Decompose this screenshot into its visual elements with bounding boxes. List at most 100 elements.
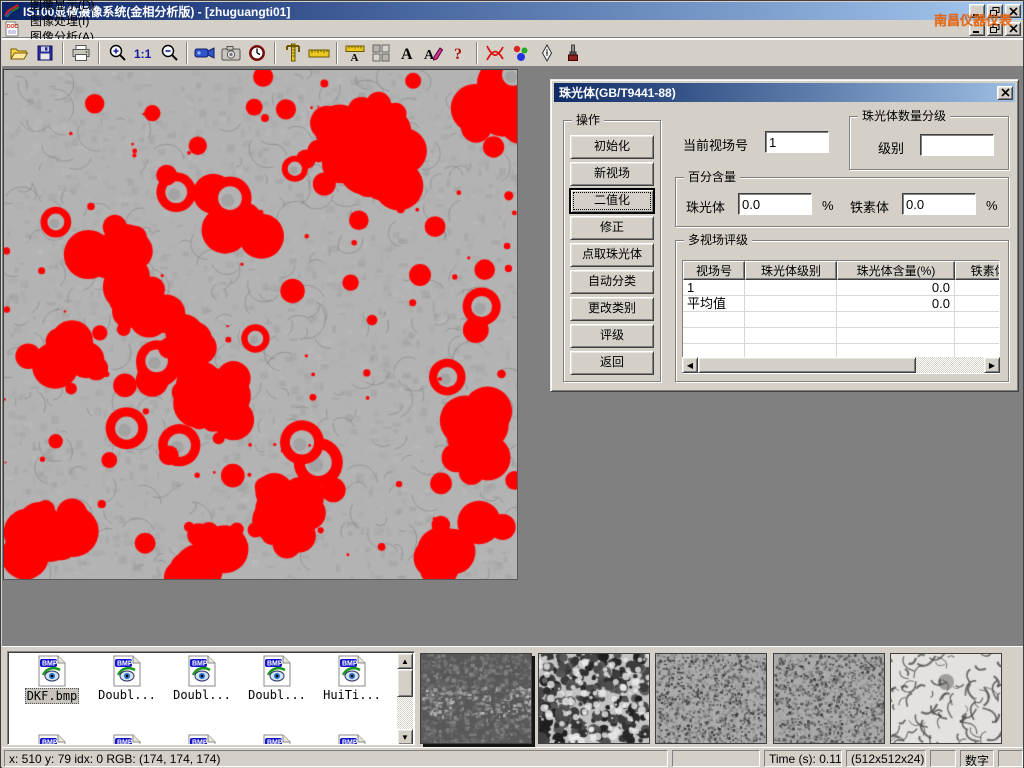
menu-item-image-display[interactable]: 图像显示(D): [23, 0, 103, 13]
file-item[interactable]: BMPDoubl...: [166, 655, 238, 702]
new-field-button[interactable]: 新视场: [570, 162, 654, 186]
print-icon[interactable]: [69, 41, 93, 65]
curve-cut-icon[interactable]: [483, 41, 507, 65]
svg-text:BMP: BMP: [192, 740, 208, 746]
scrollbar-track[interactable]: [698, 357, 984, 373]
toolbar-separator: [98, 42, 100, 64]
text-edit-icon[interactable]: A: [421, 41, 445, 65]
binarize-button[interactable]: 二值化: [570, 189, 654, 213]
file-name: Doubl...: [247, 688, 307, 702]
bmp-file-icon: BMP: [337, 655, 367, 687]
file-name: DKF.bmp: [25, 688, 80, 704]
close-button[interactable]: [1005, 4, 1021, 18]
initialize-button[interactable]: 初始化: [570, 135, 654, 159]
grade-input[interactable]: [920, 134, 994, 156]
thumbnail-2[interactable]: [538, 653, 650, 744]
title-bar[interactable]: IS100显微摄像系统(金相分析版) - [zhuguangti01]: [2, 2, 1023, 20]
table-row[interactable]: [683, 312, 999, 328]
current-field-input[interactable]: [765, 131, 829, 153]
file-listbox[interactable]: ▲ ▼ BMPDKF.bmpBMPDoubl...BMPDoubl...BMPD…: [7, 651, 415, 745]
text-icon[interactable]: A: [395, 41, 419, 65]
table-column-header[interactable]: 视场号: [683, 261, 745, 280]
menu-bar: DOC 文件(F)编辑(E)查看(V)图像显示(D)图像处理(I)图像分析(A)…: [2, 20, 1023, 38]
file-item[interactable]: BMP: [241, 734, 313, 745]
file-item[interactable]: BMP DKF.bmp: [16, 655, 88, 704]
app-logo-icon: [4, 4, 20, 18]
file-item[interactable]: BMPDoubl...: [241, 655, 313, 702]
svg-text:BMP: BMP: [42, 661, 58, 668]
menu-item-image-process[interactable]: 图像处理(I): [23, 13, 103, 29]
classify-balls-icon[interactable]: [509, 41, 533, 65]
grade-button[interactable]: 评级: [570, 324, 654, 348]
grid-icon[interactable]: [369, 41, 393, 65]
clock-icon[interactable]: [245, 41, 269, 65]
bmp-file-icon: BMP: [112, 734, 142, 745]
scroll-up-button[interactable]: ▲: [397, 653, 413, 669]
scroll-down-button[interactable]: ▼: [397, 729, 413, 745]
correct-button[interactable]: 修正: [570, 216, 654, 240]
table-row[interactable]: [683, 328, 999, 344]
pick-pearlite-button[interactable]: 点取珠光体: [570, 243, 654, 267]
thumbnail-5[interactable]: [890, 653, 1002, 744]
help-icon[interactable]: ?: [447, 41, 471, 65]
scroll-left-button[interactable]: ◀: [682, 357, 698, 373]
table-cell: [683, 312, 745, 327]
file-item[interactable]: BMP: [166, 734, 238, 745]
thumbnail-3[interactable]: [655, 653, 767, 744]
minimize-button[interactable]: [969, 4, 985, 18]
file-item[interactable]: BMP: [316, 734, 388, 745]
table-row[interactable]: 平均值0.0: [683, 296, 999, 312]
document-icon[interactable]: DOC: [4, 21, 21, 37]
table-column-header[interactable]: 珠光体含量(%): [837, 261, 955, 280]
table-row[interactable]: 10.0: [683, 280, 999, 296]
open-icon[interactable]: [7, 41, 31, 65]
video-camera-icon[interactable]: [193, 41, 217, 65]
multifield-group-label: 多视场评级: [684, 233, 752, 247]
file-item[interactable]: BMP: [91, 734, 163, 745]
svg-text:BMP: BMP: [117, 661, 133, 668]
pearlite-percent-input[interactable]: [738, 193, 812, 215]
scroll-right-button[interactable]: ▶: [984, 357, 1000, 373]
zoom-in-icon[interactable]: [105, 41, 129, 65]
scrollbar-thumb[interactable]: [698, 357, 916, 373]
pearlite-percent-label: 珠光体: [686, 197, 725, 216]
table-column-header[interactable]: 铁素体含量(%): [955, 261, 1000, 280]
restore-button[interactable]: [987, 4, 1003, 18]
change-class-button[interactable]: 更改类别: [570, 297, 654, 321]
image-size-status: (512x512x24): [846, 750, 926, 767]
dialog-title-bar[interactable]: 珠光体(GB/T9441-88): [554, 83, 1015, 102]
caliper-icon[interactable]: [281, 41, 305, 65]
return-button[interactable]: 返回: [570, 351, 654, 375]
metallographic-image-view[interactable]: [3, 69, 518, 580]
table-column-header[interactable]: 珠光体级别: [745, 261, 837, 280]
pearlite-dialog: 珠光体(GB/T9441-88) 操作 初始化新视场二值化修正点取珠光体自动分类…: [550, 79, 1019, 392]
camera-icon[interactable]: [219, 41, 243, 65]
grade-group: 珠光体数量分级 级别: [849, 116, 1009, 170]
dialog-close-button[interactable]: [997, 86, 1013, 100]
measure-text-icon[interactable]: A: [343, 41, 367, 65]
file-scrollbar-thumb[interactable]: [397, 669, 413, 697]
file-item[interactable]: BMPHuiTi...: [316, 655, 388, 702]
mdi-close-button[interactable]: [1005, 22, 1021, 36]
pen-nib-icon[interactable]: [535, 41, 559, 65]
file-list-scrollbar[interactable]: ▲ ▼: [397, 653, 413, 745]
svg-text:BMP: BMP: [192, 661, 208, 668]
brush-icon[interactable]: [561, 41, 585, 65]
table-cell: [745, 280, 837, 295]
file-item[interactable]: BMP: [16, 734, 88, 745]
thumbnail-4[interactable]: [773, 653, 885, 744]
thumbnail-1[interactable]: [420, 653, 532, 744]
auto-classify-button[interactable]: 自动分类: [570, 270, 654, 294]
save-icon[interactable]: [33, 41, 57, 65]
status-spacer-2: [930, 750, 956, 767]
table-cell: [955, 280, 1000, 295]
zoom-out-icon[interactable]: [157, 41, 181, 65]
actual-size-icon[interactable]: 1:1: [131, 41, 155, 65]
ferrite-percent-input[interactable]: [902, 193, 976, 215]
ruler-icon[interactable]: [307, 41, 331, 65]
file-item[interactable]: BMPDoubl...: [91, 655, 163, 702]
mdi-restore-button[interactable]: [987, 22, 1003, 36]
mdi-minimize-button[interactable]: [969, 22, 985, 36]
toolbar-separator: [62, 42, 64, 64]
table-horizontal-scrollbar[interactable]: ◀ ▶: [682, 357, 1000, 373]
